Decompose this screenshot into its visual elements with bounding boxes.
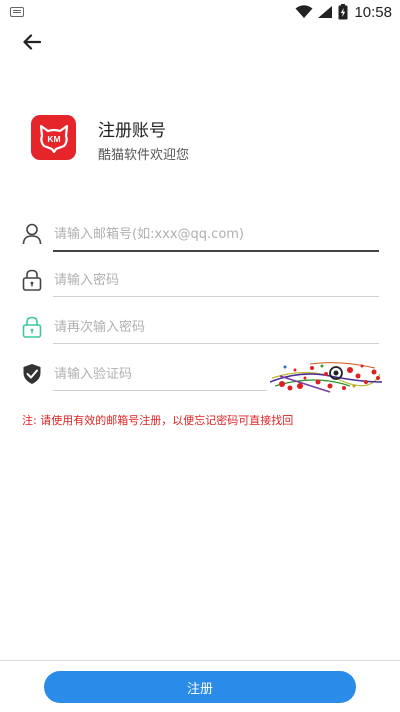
captcha-image[interactable]: [270, 356, 382, 396]
page-title: 注册账号: [98, 121, 166, 141]
password-input[interactable]: [54, 266, 379, 294]
keyboard-icon: [10, 7, 24, 17]
cat-logo-icon: KM: [39, 124, 68, 153]
wifi-icon: [295, 5, 313, 18]
app-logo: KM: [31, 115, 76, 160]
status-time: 10:58: [354, 3, 392, 21]
registration-notice: 注: 请使用有效的邮箱号注册，以便忘记密码可直接找回: [22, 414, 294, 427]
email-underline: [53, 250, 379, 252]
password-field-row: [20, 262, 379, 302]
back-button[interactable]: [18, 29, 46, 55]
page-subtitle: 酷猫软件欢迎您: [98, 148, 190, 163]
bottom-divider: [0, 660, 400, 661]
battery-charging-icon: [338, 4, 348, 20]
email-field-row: [20, 216, 379, 256]
status-bar: 10:58: [0, 0, 400, 24]
email-input[interactable]: [54, 220, 379, 248]
password-underline: [53, 296, 379, 297]
confirm-password-field-row: [20, 309, 379, 349]
register-button[interactable]: 注册: [44, 671, 356, 703]
captcha-underline: [53, 390, 267, 391]
lock-icon: [20, 268, 44, 292]
status-icons: 10:58: [295, 3, 392, 21]
user-icon: [20, 222, 44, 246]
logo-text: KM: [47, 134, 60, 144]
confirm-lock-icon: [20, 315, 44, 339]
signal-icon: [318, 6, 333, 18]
arrow-left-icon: [23, 34, 41, 50]
shield-check-icon: [20, 362, 44, 386]
confirm-password-input[interactable]: [54, 313, 379, 341]
confirm-password-underline: [53, 343, 379, 344]
